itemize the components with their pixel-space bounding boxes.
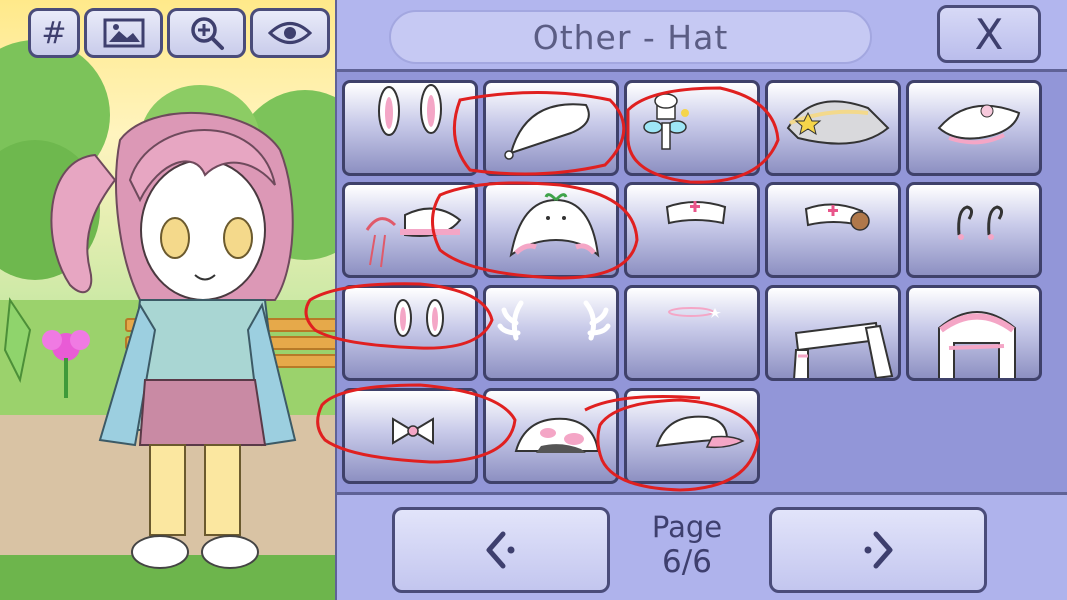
- eye-icon: [268, 22, 312, 44]
- gallery-button[interactable]: [84, 8, 163, 58]
- gallery-icon: [103, 18, 144, 48]
- anchor-sailor-hat-icon: [365, 207, 462, 268]
- small-antennae-icon: [957, 205, 1004, 240]
- hat-item-hair-bow[interactable]: [342, 388, 478, 484]
- pagination-bar: Page 6/6: [337, 492, 1067, 600]
- sprout-headband-icon: [509, 193, 600, 258]
- prev-page-button[interactable]: [392, 507, 610, 593]
- white-beret-icon: [504, 103, 590, 160]
- panel-header: Other - Hat X: [337, 0, 1067, 72]
- next-page-button[interactable]: [769, 507, 987, 593]
- grey-star-hat-icon: [786, 100, 890, 145]
- hat-item-cow-print-hat[interactable]: [483, 388, 619, 484]
- hat-item-bandage-wrap[interactable]: [765, 285, 901, 381]
- hat-item-nurse-cap[interactable]: [624, 182, 760, 278]
- hat-item-grey-star-hat[interactable]: [765, 80, 901, 176]
- bandage-wrap-pink-icon: [938, 311, 1016, 378]
- cow-print-hat-icon: [514, 417, 600, 453]
- page-label: Page: [651, 510, 723, 544]
- page-number: 6/6: [662, 544, 712, 580]
- close-button[interactable]: X: [937, 5, 1041, 63]
- category-title-text: Other - Hat: [532, 17, 729, 57]
- hat-item-bunny-ears-tall[interactable]: [342, 80, 478, 176]
- hat-item-small-antennae[interactable]: [906, 182, 1042, 278]
- nurse-cap-bear-icon: [804, 203, 870, 231]
- category-title: Other - Hat: [389, 10, 872, 64]
- bandage-wrap-icon: [793, 321, 894, 378]
- character-figure: [3, 111, 297, 569]
- antlers-icon: [497, 300, 611, 341]
- hat-item-white-beret[interactable]: [483, 80, 619, 176]
- halo-icon: [668, 307, 721, 318]
- white-peaked-cap-icon: [937, 104, 1021, 145]
- item-selection-panel: Other - Hat X Page 6/6: [335, 0, 1067, 600]
- chevron-left-icon: [486, 531, 515, 569]
- hair-bow-icon: [392, 417, 434, 445]
- hat-item-fairy-chef-hat[interactable]: [624, 80, 760, 176]
- hat-item-halo[interactable]: [624, 285, 760, 381]
- hat-item-sprout-headband[interactable]: [483, 182, 619, 278]
- bunny-ears-tall-icon: [378, 84, 442, 136]
- hat-item-antlers[interactable]: [483, 285, 619, 381]
- zoom-button[interactable]: [167, 8, 246, 58]
- pink-cap-icon: [655, 415, 745, 449]
- fairy-chef-hat-icon: [643, 93, 689, 150]
- zoom-in-icon: [190, 17, 224, 50]
- hat-item-bunny-ears-short[interactable]: [342, 285, 478, 381]
- hat-item-white-peaked-cap[interactable]: [906, 80, 1042, 176]
- flower: [42, 330, 90, 398]
- character-preview: #: [0, 0, 335, 600]
- nurse-cap-icon: [665, 201, 727, 225]
- hat-item-pink-cap[interactable]: [624, 388, 760, 484]
- chevron-right-icon: [864, 531, 893, 569]
- hat-grid: [337, 72, 1067, 492]
- hash-label: #: [41, 15, 67, 51]
- close-label: X: [974, 9, 1004, 59]
- page-indicator: Page 6/6: [627, 511, 747, 581]
- hat-item-bandage-wrap-pink[interactable]: [906, 285, 1042, 381]
- hat-item-nurse-cap-bear[interactable]: [765, 182, 901, 278]
- hat-item-anchor-sailor-hat[interactable]: [342, 182, 478, 278]
- visibility-button[interactable]: [250, 8, 330, 58]
- bunny-ears-short-icon: [394, 299, 444, 337]
- hash-button[interactable]: #: [28, 8, 80, 58]
